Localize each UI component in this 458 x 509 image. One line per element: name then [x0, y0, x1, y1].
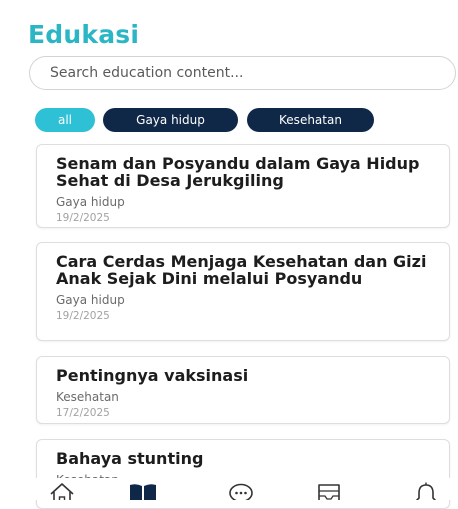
filter-chip-gaya-hidup[interactable]: Gaya hidup	[103, 108, 238, 132]
inbox-icon	[318, 484, 340, 500]
article-title: Bahaya stunting	[56, 449, 204, 468]
article-title: Pentingnya vaksinasi	[56, 366, 249, 385]
book-icon	[130, 484, 156, 500]
filter-chip-label: Kesehatan	[279, 113, 342, 127]
article-date: 17/2/2025	[56, 407, 110, 419]
article-date: 19/2/2025	[56, 310, 110, 322]
search-bar[interactable]	[29, 56, 456, 90]
home-icon	[50, 483, 74, 500]
article-title: Senam dan Posyandu dalam Gaya Hidup Seha…	[56, 154, 420, 190]
chat-icon	[229, 483, 253, 500]
nav-home[interactable]	[48, 481, 76, 500]
bottom-nav	[0, 478, 458, 500]
nav-chat[interactable]	[227, 481, 255, 500]
filter-chip-label: all	[57, 113, 73, 127]
article-card[interactable]: Senam dan Posyandu dalam Gaya Hidup Seha…	[36, 144, 450, 228]
article-category: Kesehatan	[56, 390, 119, 404]
article-card[interactable]: Pentingnya vaksinasi Kesehatan 17/2/2025	[36, 356, 450, 424]
nav-notifications[interactable]	[412, 481, 440, 500]
article-title: Cara Cerdas Menjaga Kesehatan dan Gizi A…	[56, 252, 427, 288]
nav-education[interactable]	[128, 481, 158, 500]
page-title: Edukasi	[28, 20, 140, 49]
article-category: Gaya hidup	[56, 195, 125, 209]
article-category: Gaya hidup	[56, 293, 125, 307]
filter-chip-kesehatan[interactable]: Kesehatan	[247, 108, 374, 132]
filter-chip-all[interactable]: all	[35, 108, 95, 132]
bell-icon	[415, 482, 437, 500]
search-input[interactable]	[48, 64, 455, 82]
filter-chip-label: Gaya hidup	[136, 113, 205, 127]
nav-inbox[interactable]	[315, 481, 343, 500]
article-card[interactable]: Cara Cerdas Menjaga Kesehatan dan Gizi A…	[36, 242, 450, 341]
article-date: 19/2/2025	[56, 212, 110, 224]
